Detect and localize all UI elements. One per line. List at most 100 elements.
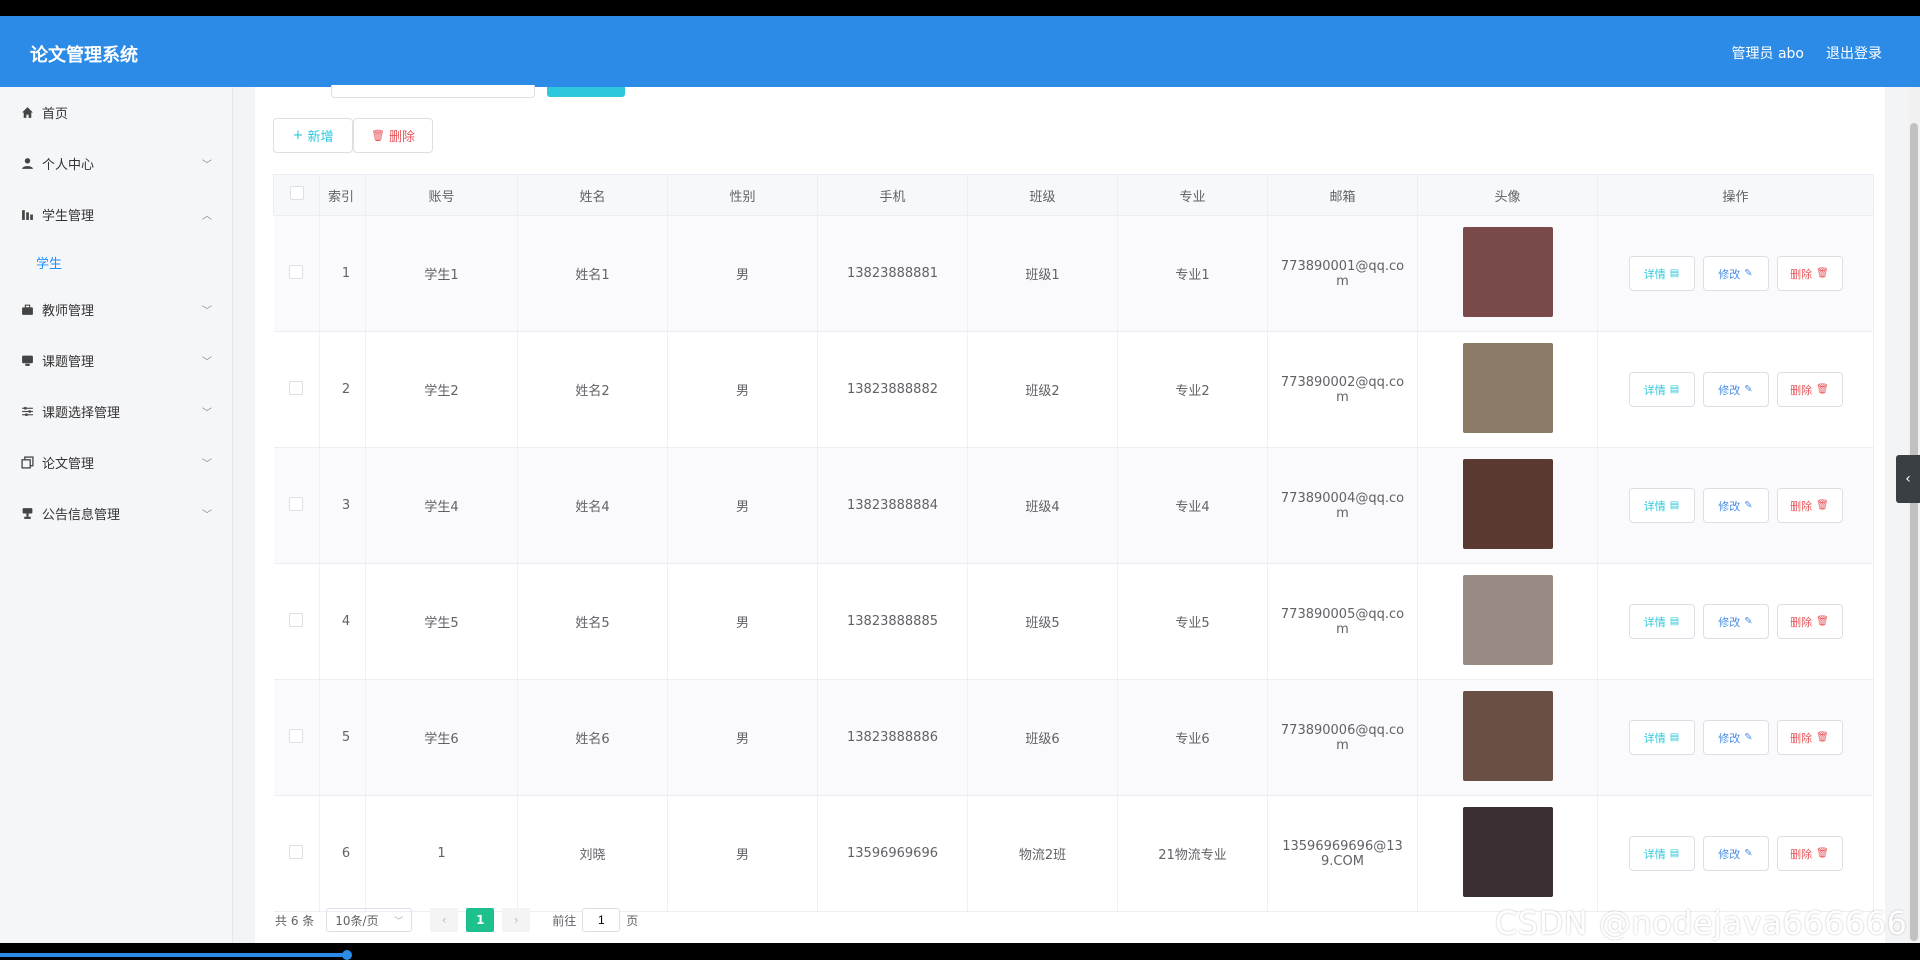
avatar — [1462, 226, 1553, 317]
delete-button[interactable]: 删除 🗑 — [1776, 488, 1843, 523]
row-select[interactable] — [273, 795, 320, 912]
delete-button[interactable]: 删除 🗑 — [1776, 720, 1843, 755]
delete-button[interactable]: 删除 🗑 — [1776, 836, 1843, 871]
briefcase-icon — [20, 303, 34, 317]
sidebar-item-students[interactable]: 学生管理 ︿ — [0, 189, 232, 240]
cell-avatar — [1417, 563, 1598, 680]
sidebar-item-home[interactable]: 首页 — [0, 87, 232, 138]
cell-email: 773890006@qq.com — [1267, 679, 1418, 796]
row-select[interactable] — [273, 447, 320, 564]
row-select[interactable] — [273, 331, 320, 448]
sidebar-item-topics[interactable]: 课题管理 ﹀ — [0, 335, 232, 386]
cell-actions: 详情 ▤ 修改 ✎ 删除 🗑 — [1597, 795, 1874, 912]
content-card: + 新增 🗑 删除 索引 账号 姓名 性别 手机 班级 专业 邮箱 头像 操作 … — [255, 85, 1885, 943]
cell-gender: 男 — [667, 215, 818, 332]
page-size-select[interactable]: 10条/页 ﹀ — [326, 908, 413, 932]
sidebar-item-profile[interactable]: 个人中心 ﹀ — [0, 138, 232, 189]
search-button[interactable] — [547, 87, 625, 97]
avatar — [1462, 690, 1553, 781]
document-icon: ▤ — [1669, 268, 1680, 279]
edit-button-label: 修改 — [1718, 267, 1741, 281]
column-header[interactable]: 姓名 — [517, 174, 668, 216]
cell-index: 1 — [319, 215, 366, 332]
search-input[interactable] — [331, 85, 535, 98]
header-select-all[interactable] — [273, 174, 320, 216]
row-select[interactable] — [273, 679, 320, 796]
cell-account: 学生4 — [365, 447, 518, 564]
cell-email: 773890005@qq.com — [1267, 563, 1418, 680]
column-header[interactable]: 邮箱 — [1267, 174, 1418, 216]
monitor-icon — [20, 354, 34, 368]
view-button[interactable]: 详情 ▤ — [1628, 604, 1695, 639]
prev-page-button[interactable]: ‹ — [430, 908, 459, 932]
video-progress[interactable] — [0, 953, 350, 957]
plus-icon: + — [292, 128, 304, 143]
row-checkbox[interactable] — [289, 380, 304, 395]
view-button[interactable]: 详情 ▤ — [1628, 488, 1695, 523]
cell-index: 2 — [319, 331, 366, 448]
column-header[interactable]: 手机 — [817, 174, 968, 216]
column-header[interactable]: 专业 — [1117, 174, 1268, 216]
view-button[interactable]: 详情 ▤ — [1628, 256, 1695, 291]
bulk-delete-button[interactable]: 🗑 删除 — [353, 118, 433, 153]
cell-name: 姓名6 — [517, 679, 668, 796]
delete-button[interactable]: 删除 🗑 — [1776, 604, 1843, 639]
edit-button[interactable]: 修改 ✎ — [1702, 720, 1769, 755]
row-checkbox[interactable] — [289, 728, 304, 743]
page-scrollbar[interactable] — [1908, 87, 1920, 943]
add-button[interactable]: + 新增 — [273, 118, 353, 153]
row-checkbox[interactable] — [289, 264, 304, 279]
goto-suffix: 页 — [626, 913, 639, 928]
cell-phone: 13823888886 — [817, 679, 968, 796]
chevron-down-icon: ﹀ — [202, 160, 212, 171]
chart-icon — [20, 208, 34, 222]
next-page-button[interactable]: › — [502, 908, 531, 932]
page-number-current[interactable]: 1 — [466, 908, 495, 932]
view-button[interactable]: 详情 ▤ — [1628, 720, 1695, 755]
edit-button-label: 修改 — [1718, 499, 1741, 513]
view-button-label: 详情 — [1643, 499, 1666, 513]
user-icon — [20, 157, 34, 171]
edit-button[interactable]: 修改 ✎ — [1702, 488, 1769, 523]
video-progress-handle[interactable] — [342, 950, 352, 960]
view-button[interactable]: 详情 ▤ — [1628, 836, 1695, 871]
table-row: 4 学生5 姓名5 男 13823888885 班级5 专业5 773890005@qq.co… — [273, 563, 1874, 680]
sidebar-subitem-student[interactable]: 学生 — [0, 240, 232, 284]
sidebar-item-teachers[interactable]: 教师管理 ﹀ — [0, 284, 232, 335]
row-select[interactable] — [273, 215, 320, 332]
sidebar-item-topic-selection[interactable]: 课题选择管理 ﹀ — [0, 386, 232, 437]
goto-page-input[interactable] — [582, 908, 621, 932]
header-actions: 管理员 abo 退出登录 — [1732, 43, 1882, 63]
delete-button-label: 删除 — [388, 130, 415, 145]
row-checkbox[interactable] — [289, 496, 304, 511]
sidebar-item-label: 个人中心 — [42, 158, 95, 173]
row-checkbox[interactable] — [289, 844, 304, 859]
edit-button[interactable]: 修改 ✎ — [1702, 604, 1769, 639]
row-checkbox[interactable] — [289, 612, 304, 627]
edit-button[interactable]: 修改 ✎ — [1702, 256, 1769, 291]
column-header[interactable]: 账号 — [365, 174, 518, 216]
sidebar-item-announcements[interactable]: 公告信息管理 ﹀ — [0, 488, 232, 539]
edit-button[interactable]: 修改 ✎ — [1702, 836, 1769, 871]
row-select[interactable] — [273, 563, 320, 680]
chevron-right-icon: › — [513, 913, 519, 927]
main-content: + 新增 🗑 删除 索引 账号 姓名 性别 手机 班级 专业 邮箱 头像 操作 … — [233, 85, 1920, 943]
cell-name: 姓名2 — [517, 331, 668, 448]
table-row: 2 学生2 姓名2 男 13823888882 班级2 专业2 773890002@qq.co… — [273, 331, 1874, 448]
column-header[interactable]: 班级 — [967, 174, 1118, 216]
sidebar-item-papers[interactable]: 论文管理 ﹀ — [0, 437, 232, 488]
scroll-thumb[interactable] — [1910, 123, 1918, 941]
cell-gender: 男 — [667, 447, 818, 564]
delete-button[interactable]: 删除 🗑 — [1776, 256, 1843, 291]
edit-button[interactable]: 修改 ✎ — [1702, 372, 1769, 407]
logout-link[interactable]: 退出登录 — [1826, 43, 1882, 63]
cell-account: 学生6 — [365, 679, 518, 796]
current-user-label[interactable]: 管理员 abo — [1732, 43, 1804, 63]
select-all-checkbox[interactable] — [289, 186, 304, 200]
home-icon — [20, 106, 34, 120]
view-button[interactable]: 详情 ▤ — [1628, 372, 1695, 407]
cell-actions: 详情 ▤ 修改 ✎ 删除 🗑 — [1597, 679, 1874, 796]
collapse-panel-button[interactable]: ‹ — [1896, 455, 1920, 503]
column-header[interactable]: 性别 — [667, 174, 818, 216]
delete-button[interactable]: 删除 🗑 — [1776, 372, 1843, 407]
